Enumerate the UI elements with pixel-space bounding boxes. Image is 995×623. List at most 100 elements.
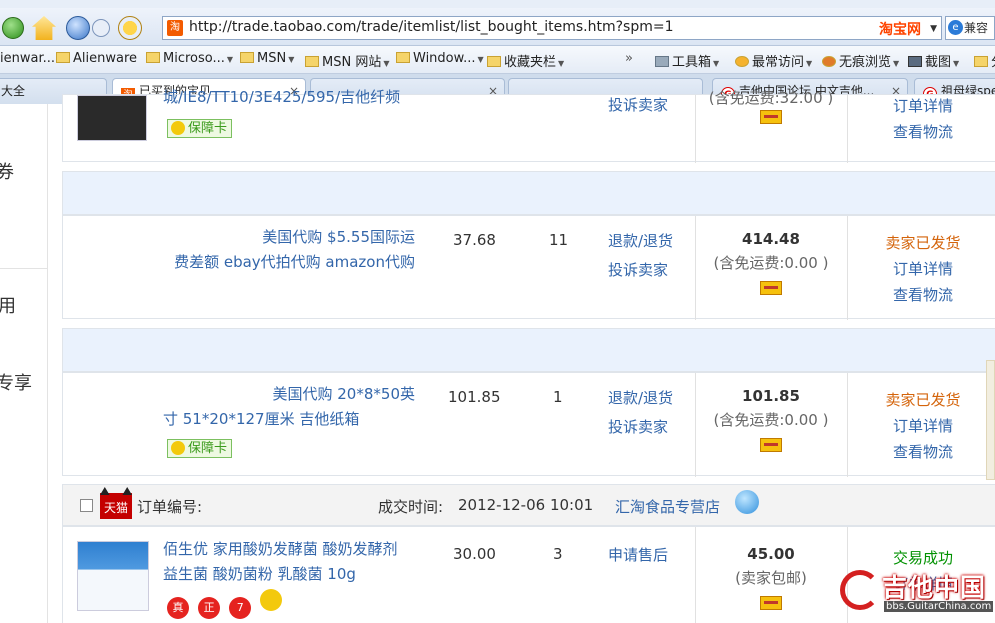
seven-day-return-badge-icon[interactable]: 7 [229,597,252,619]
order-total: 45.00 [747,545,795,563]
guarantee-badge[interactable]: 保障卡 [167,437,233,458]
guarantee-badge[interactable]: 保障卡 [167,117,233,138]
payment-card-icon [760,596,782,610]
order-status-cell: 订单详情 查看物流 [848,93,995,145]
order-total-cell: 45.00 (卖家包邮) [695,545,847,614]
address-dropdown-icon[interactable]: ▼ [930,24,937,34]
favorite-folder-microsoft[interactable]: Microso... ▼ [146,51,233,66]
toolbox-button[interactable]: 工具箱 ▼ [655,51,719,70]
compat-mode-button[interactable]: e 兼容 [945,16,995,40]
favorite-item-alienware[interactable]: Alienware [56,51,137,66]
order-row-3: 美国代购 20*8*50英 寸 51*20*127厘米 吉他纸箱 保障卡 101… [62,372,995,477]
order-total: 101.85 [742,387,800,405]
order-status: 卖家已发货 [885,391,961,409]
address-bar[interactable]: 淘 http://trade.taobao.com/trade/itemlist… [162,16,942,40]
refresh-icon[interactable] [2,17,24,39]
order-row-2: 美国代购 $5.55国际运 费差额 ebay代拍代购 amazon代购 37.6… [62,215,995,320]
shipping-note: (含免运费:0.00 ) [713,254,829,272]
navigation-bar: 淘 http://trade.taobao.com/trade/itemlist… [0,8,995,46]
deal-time-label: 成交时间: [378,498,444,516]
private-browsing-button[interactable]: 无痕浏览 ▼ [822,51,899,70]
unit-price: 101.85 [448,388,501,406]
favorite-folder-windows[interactable]: Window... ▼ [396,51,484,66]
sidebar-item-use[interactable]: 用 [0,292,16,318]
order-row-1: 城/IE8/TT10/3E425/595/吉他纤频 保障卡 投诉卖家 (含免运费… [62,88,995,163]
complain-seller-link[interactable]: 投诉卖家 [608,256,673,285]
guarantee-badge-icon[interactable] [260,589,283,611]
order-header-3 [62,328,995,372]
page-content: 券 用 专享 城/IE8/TT10/3E425/595/吉他纤频 保障卡 投诉卖… [0,88,995,623]
payment-card-icon [760,438,782,452]
order-select-checkbox[interactable] [80,499,93,512]
toolbox-icon [655,56,669,67]
view-logistics-link[interactable]: 查看物流 [848,282,995,308]
favorite-folder-msn[interactable]: MSN ▼ [240,51,294,66]
menu-bar-sliver [0,0,995,8]
product-thumbnail[interactable] [77,541,149,611]
order-status-cell: 卖家已发货 订单详情 查看物流 [848,230,995,308]
order-total-cell: 101.85 (含免运费:0.00 ) [695,387,847,456]
unit-price: 37.68 [453,231,496,249]
browser-window: 淘 http://trade.taobao.com/trade/itemlist… [0,0,995,623]
refund-return-link[interactable]: 退款/退货 [608,384,673,413]
service-badges: 真 正 7 [167,589,286,619]
order-detail-link[interactable]: 订单详情 [848,93,995,119]
order-total: 414.48 [742,230,800,248]
order-total-cell: (含免运费:32.00 ) [695,87,847,128]
favorite-item-partial[interactable]: 分 [974,51,995,70]
folder-icon [305,56,319,67]
guitarchina-logo-icon [840,570,880,610]
favorite-star-icon[interactable] [118,16,142,40]
product-thumbnail[interactable] [77,95,147,141]
order-total-cell: 414.48 (含免运费:0.00 ) [695,230,847,299]
shop-name-link[interactable]: 汇淘食品专营店 [615,496,720,517]
product-title-link[interactable]: 美国代购 20*8*50英 寸 51*20*127厘米 吉他纸箱 [163,382,415,432]
wangwang-chat-icon[interactable] [735,490,759,514]
complain-seller-link[interactable]: 投诉卖家 [608,413,673,442]
apply-after-sale-link[interactable]: 申请售后 [608,541,668,570]
order-number-label: 订单编号: [137,498,203,516]
sidebar-item-exclusive[interactable]: 专享 [0,369,32,395]
order-detail-link[interactable]: 订单详情 [848,413,995,439]
history-dropdown-icon[interactable] [92,19,110,37]
watermark-text: 吉他中国 [882,573,987,602]
folder-icon [56,52,70,63]
favorite-folder-msn-sites[interactable]: MSN 网站 ▼ [305,51,389,70]
unit-price: 30.00 [453,545,496,563]
address-url[interactable]: http://trade.taobao.com/trade/itemlist/l… [189,19,674,35]
product-title-link[interactable]: 美国代购 $5.55国际运 费差额 ebay代拍代购 amazon代购 [163,225,415,275]
back-history-icon[interactable] [66,16,90,40]
favorite-item-alienware-partial[interactable]: ienwar... [0,51,55,66]
genuine-badge-icon[interactable]: 正 [198,597,221,619]
favorite-folder-favbar[interactable]: 收藏夹栏 ▼ [487,51,564,70]
complain-seller-link[interactable]: 投诉卖家 [608,91,668,120]
authentic-badge-icon[interactable]: 真 [167,597,189,619]
order-status-cell: 卖家已发货 订单详情 查看物流 [848,387,995,465]
address-brand-label: 淘宝网 [879,22,921,38]
order-actions: 退款/退货 投诉卖家 [608,227,673,285]
tmall-logo-icon: 天猫 [100,493,132,519]
quantity: 1 [553,388,563,406]
shipping-note: (卖家包邮) [735,569,807,587]
order-header-2 [62,171,995,215]
product-title-link[interactable]: 城/IE8/TT10/3E425/595/吉他纤频 [163,85,463,110]
floating-side-panel[interactable] [986,360,995,480]
order-actions: 退款/退货 投诉卖家 [608,384,673,442]
screenshot-button[interactable]: 截图 ▼ [908,51,959,70]
view-logistics-link[interactable]: 查看物流 [848,439,995,465]
payment-card-icon [760,110,782,124]
refund-return-link[interactable]: 退款/退货 [608,227,673,256]
folder-icon [146,52,160,63]
order-header-4: 天猫 订单编号: 成交时间: 2012-12-06 10:01 汇淘食品专营店 [62,484,995,526]
favorites-more-button[interactable]: » [625,51,633,66]
view-logistics-link[interactable]: 查看物流 [848,119,995,145]
product-title-link[interactable]: 佰生优 家用酸奶发酵菌 酸奶发酵剂 益生菌 酸奶菌粉 乳酸菌 10g [163,537,443,587]
sidebar-item-coupon[interactable]: 券 [0,158,14,184]
order-detail-link[interactable]: 订单详情 [848,256,995,282]
order-status: 卖家已发货 [885,234,961,252]
most-visited-button[interactable]: 最常访问 ▼ [735,51,812,70]
taobao-favicon-icon: 淘 [167,20,183,36]
folder-icon [974,56,988,67]
home-icon[interactable] [32,16,56,40]
watermark-url: bbs.GuitarChina.com [884,601,994,612]
